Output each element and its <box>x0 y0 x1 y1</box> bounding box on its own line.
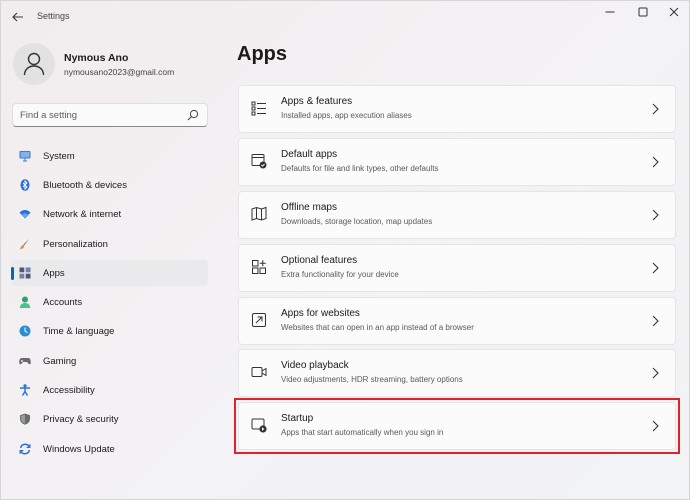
sidebar-item-accessibility[interactable]: Accessibility <box>11 377 208 403</box>
add-grid-icon <box>252 260 266 274</box>
clock-globe-icon <box>19 325 31 337</box>
card-apps-for-websites[interactable]: Apps for websites Websites that can open… <box>238 297 676 345</box>
video-icon <box>251 367 267 377</box>
card-description: Downloads, storage location, map updates <box>281 217 433 226</box>
card-title: Apps for websites <box>281 308 360 319</box>
open-link-icon <box>252 313 266 327</box>
maximize-icon <box>638 7 648 17</box>
card-offline-maps[interactable]: Offline maps Downloads, storage location… <box>238 191 676 239</box>
sidebar-item-label: Windows Update <box>43 444 115 455</box>
map-icon <box>251 206 267 221</box>
card-default-apps[interactable]: Default apps Defaults for file and link … <box>238 138 676 186</box>
list-icon <box>251 101 266 116</box>
sidebar-item-personalization[interactable]: Personalization <box>11 231 208 257</box>
sidebar-item-label: Network & internet <box>43 209 122 220</box>
sidebar-item-label: System <box>43 151 75 162</box>
card-title: Optional features <box>281 255 358 266</box>
sidebar-item-bluetooth[interactable]: Bluetooth & devices <box>11 172 208 198</box>
accessibility-icon <box>20 384 30 396</box>
chevron-right-icon <box>652 367 659 379</box>
card-description: Websites that can open in an app instead… <box>281 323 474 332</box>
chevron-right-icon <box>652 103 659 115</box>
close-icon <box>669 7 679 17</box>
sidebar-item-label: Apps <box>43 268 65 279</box>
sidebar-item-privacy-security[interactable]: Privacy & security <box>11 406 208 432</box>
sidebar-item-label: Privacy & security <box>43 414 119 425</box>
sidebar-item-gaming[interactable]: Gaming <box>11 348 208 374</box>
sidebar-item-accounts[interactable]: Accounts <box>11 289 208 315</box>
card-title: Video playback <box>281 360 349 371</box>
bluetooth-icon <box>20 179 30 191</box>
person-silhouette-icon <box>23 52 45 76</box>
minimize-icon <box>605 11 615 13</box>
sidebar-item-label: Time & language <box>43 326 115 337</box>
chevron-right-icon <box>652 315 659 327</box>
startup-highlight-box <box>234 398 680 454</box>
card-title: Default apps <box>281 149 338 160</box>
card-apps-features[interactable]: Apps & features Installed apps, app exec… <box>238 85 676 133</box>
sidebar-item-network[interactable]: Network & internet <box>11 201 208 227</box>
card-video-playback[interactable]: Video playback Video adjustments, HDR st… <box>238 349 676 397</box>
title-bar: Settings <box>1 1 689 33</box>
card-description: Installed apps, app execution aliases <box>281 111 412 120</box>
sidebar-item-apps[interactable]: Apps <box>11 260 208 286</box>
card-description: Defaults for file and link types, other … <box>281 164 439 173</box>
monitor-icon <box>19 151 31 162</box>
minimize-button[interactable] <box>593 3 627 21</box>
settings-window: Settings Nymous Ano nymousano2023@gmail.… <box>0 0 690 500</box>
sidebar-item-label: Accounts <box>43 297 83 308</box>
app-title: Settings <box>37 11 70 21</box>
selection-indicator <box>11 267 14 280</box>
update-icon <box>19 443 31 455</box>
search-input[interactable]: Find a setting <box>12 103 208 127</box>
brush-icon <box>20 238 30 250</box>
page-title: Apps <box>237 43 287 65</box>
back-button[interactable] <box>7 7 29 27</box>
account-email: nymousano2023@gmail.com <box>64 67 175 77</box>
account-name: Nymous Ano <box>64 52 129 64</box>
close-button[interactable] <box>657 3 690 21</box>
search-icon <box>187 109 199 121</box>
sidebar-item-system[interactable]: System <box>11 143 208 169</box>
search-placeholder: Find a setting <box>20 110 78 121</box>
wifi-icon <box>19 210 31 219</box>
sidebar-item-label: Bluetooth & devices <box>43 180 127 191</box>
sidebar-item-label: Personalization <box>43 239 108 250</box>
card-optional-features[interactable]: Optional features Extra functionality fo… <box>238 244 676 292</box>
maximize-button[interactable] <box>626 3 660 21</box>
chevron-right-icon <box>652 156 659 168</box>
gamepad-icon <box>19 358 31 365</box>
apps-icon <box>19 267 31 279</box>
sidebar-item-label: Accessibility <box>43 385 95 396</box>
sidebar-item-windows-update[interactable]: Windows Update <box>11 436 208 462</box>
sidebar-item-label: Gaming <box>43 356 77 367</box>
card-description: Video adjustments, HDR streaming, batter… <box>281 375 463 384</box>
sidebar-item-time-language[interactable]: Time & language <box>11 318 208 344</box>
person-icon <box>19 296 31 308</box>
chevron-right-icon <box>652 209 659 221</box>
chevron-right-icon <box>652 262 659 274</box>
default-apps-icon <box>251 154 267 169</box>
shield-icon <box>20 413 30 425</box>
back-arrow-icon <box>12 12 23 22</box>
card-title: Offline maps <box>281 202 337 213</box>
avatar[interactable] <box>13 43 55 85</box>
card-title: Apps & features <box>281 96 353 107</box>
card-description: Extra functionality for your device <box>281 270 399 279</box>
